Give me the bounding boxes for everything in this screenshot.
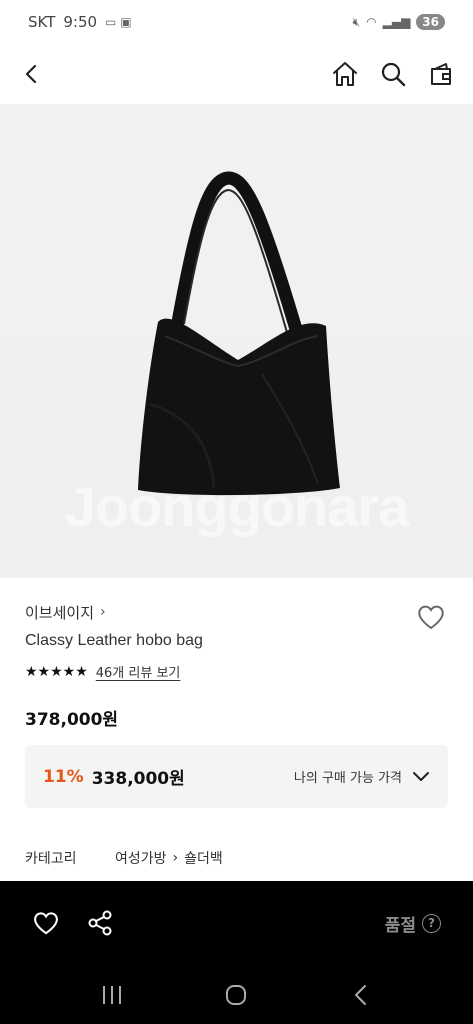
rating-row: ★★★★★ 46개 리뷰 보기	[25, 662, 448, 682]
watermark: Joonggonara	[64, 475, 410, 538]
brand-link[interactable]: 이브세이지 ›	[25, 600, 448, 624]
original-price: 378,000원	[25, 710, 119, 730]
mute-icon: 🔇︎	[352, 14, 361, 29]
status-bar: SKT 9:50 ▭ ▣ 🔇︎ ◠ ▂▄▆ 36	[0, 0, 473, 44]
battery-indicator: 36	[416, 14, 445, 30]
wishlist-button[interactable]	[414, 600, 448, 634]
recent-apps-icon	[103, 985, 122, 1004]
recent-apps-button[interactable]	[98, 981, 126, 1009]
category-label: 카테고리	[25, 851, 77, 867]
category-level-2[interactable]: 숄더백	[184, 848, 223, 868]
soldout-label: 품절	[384, 915, 416, 936]
chevron-left-icon	[25, 64, 37, 84]
back-button[interactable]	[18, 60, 46, 88]
share-button[interactable]	[86, 909, 114, 937]
chevron-right-icon: ›	[172, 850, 179, 866]
chevron-right-icon: ›	[100, 604, 106, 620]
wifi-icon: ◠	[366, 15, 377, 29]
help-icon[interactable]: ?	[422, 913, 441, 933]
category-row: 카테고리 여성가방 › 숄더백	[25, 848, 223, 868]
carrier: SKT	[28, 13, 56, 31]
brand-name: 이브세이지	[25, 603, 95, 622]
price-options-label: 나의 구매 가능 가격	[293, 771, 402, 786]
search-icon	[381, 62, 406, 87]
heart-icon	[418, 605, 444, 630]
chevron-down-icon	[413, 771, 429, 781]
discount-price: 338,000원	[91, 769, 185, 789]
discount-box[interactable]: 11% 338,000원 나의 구매 가능 가격	[25, 745, 448, 808]
home-system-button[interactable]	[222, 981, 250, 1009]
home-icon	[333, 62, 357, 86]
product-image[interactable]: Joonggonara	[0, 104, 473, 578]
system-nav-bar	[0, 965, 473, 1024]
wallet-button[interactable]	[427, 60, 455, 88]
top-nav	[0, 44, 473, 104]
home-button[interactable]	[331, 60, 359, 88]
like-button[interactable]	[32, 909, 60, 937]
heart-icon	[34, 912, 58, 935]
product-info: 이브세이지 › Classy Leather hobo bag ★★★★★ 46…	[25, 600, 448, 730]
notification-icon: ▭ ▣	[105, 15, 132, 29]
system-back-button[interactable]	[347, 981, 375, 1009]
bottom-action-bar: 품절 ?	[0, 881, 473, 965]
review-link[interactable]: 46개 리뷰 보기	[96, 662, 181, 681]
share-icon	[88, 910, 112, 936]
discount-rate: 11%	[43, 766, 84, 787]
back-arrow-icon	[354, 984, 366, 1005]
price-options-toggle[interactable]: 나의 구매 가능 가격	[294, 767, 430, 786]
wallet-icon	[431, 63, 451, 85]
home-circle-icon	[226, 984, 247, 1005]
clock: 9:50	[63, 13, 98, 31]
soldout-status: 품절 ?	[385, 911, 441, 936]
product-name: Classy Leather hobo bag	[25, 632, 203, 649]
signal-icon: ▂▄▆	[382, 15, 411, 29]
star-rating: ★★★★★	[25, 663, 88, 680]
category-level-1[interactable]: 여성가방	[115, 848, 167, 868]
search-button[interactable]	[379, 60, 407, 88]
